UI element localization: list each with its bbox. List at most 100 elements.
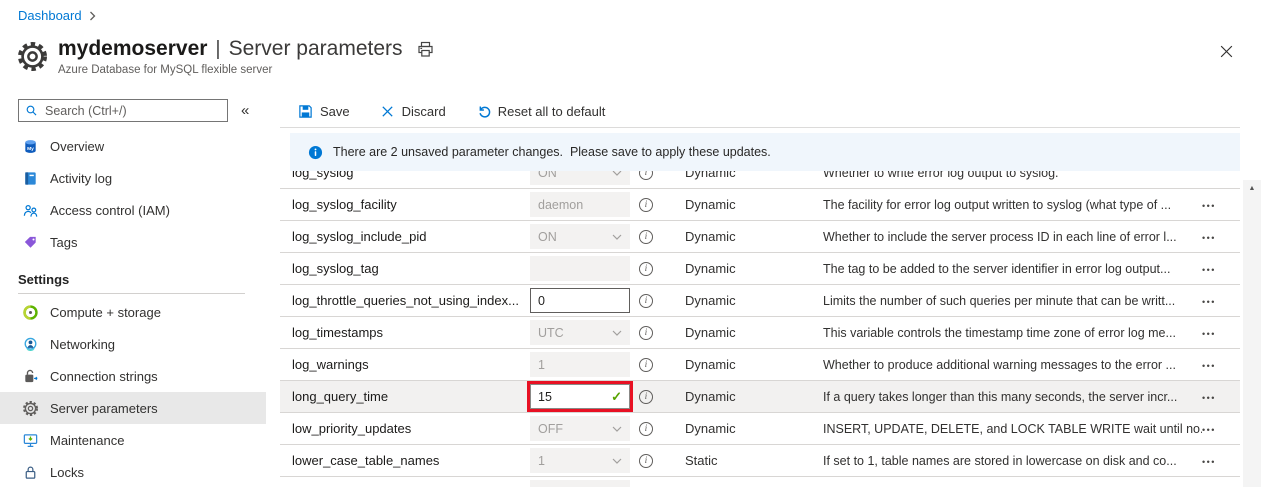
info-icon[interactable]: i bbox=[639, 358, 653, 372]
reset-all-button[interactable]: Reset all to default bbox=[476, 104, 606, 119]
table-row: lower_case_table_names1i StaticIf set to … bbox=[280, 445, 1240, 477]
print-icon[interactable] bbox=[417, 41, 434, 58]
param-value: 15 bbox=[538, 390, 552, 404]
activity-log-icon bbox=[22, 170, 39, 187]
param-name: log_warnings bbox=[280, 357, 530, 372]
vertical-scrollbar[interactable]: ▲ bbox=[1243, 180, 1261, 487]
scroll-up-button[interactable]: ▲ bbox=[1243, 180, 1261, 197]
param-name: log_syslog bbox=[280, 171, 530, 180]
info-icon[interactable]: i bbox=[639, 230, 653, 244]
sidebar-item-connection-strings[interactable]: Connection strings bbox=[0, 360, 266, 392]
param-description: Limits the number of such queries per mi… bbox=[823, 294, 1202, 308]
sidebar-nav: MyOverviewActivity logAccess control (IA… bbox=[0, 130, 266, 258]
chevron-down-icon bbox=[612, 426, 622, 432]
param-type: Dynamic bbox=[685, 389, 823, 404]
param-value-select[interactable]: ON bbox=[530, 224, 630, 249]
locks-icon bbox=[22, 464, 39, 481]
sidebar-item-activity-log[interactable]: Activity log bbox=[0, 162, 266, 194]
table-row: log_throttle_queries_not_using_index...0… bbox=[280, 285, 1240, 317]
param-value-input[interactable]: 0 bbox=[530, 288, 630, 313]
param-value-input[interactable]: 15✓ bbox=[530, 384, 630, 409]
param-value-input[interactable] bbox=[530, 256, 630, 281]
sidebar-settings-nav: Compute + storageNetworking Connection st… bbox=[0, 296, 266, 487]
sidebar-item-label: Connection strings bbox=[50, 369, 158, 384]
info-icon[interactable]: i bbox=[639, 171, 653, 180]
param-value: UTC bbox=[538, 326, 564, 340]
param-value-input[interactable]: daemon bbox=[530, 192, 630, 217]
ellipsis-menu-button[interactable]: ••• bbox=[1202, 425, 1216, 435]
compute-storage-icon bbox=[22, 304, 39, 321]
ellipsis-menu-button[interactable]: ••• bbox=[1202, 233, 1216, 243]
sidebar-item-server-parameters[interactable]: Server parameters bbox=[0, 392, 266, 424]
ellipsis-menu-button[interactable]: ••• bbox=[1202, 265, 1216, 275]
sidebar-item-overview[interactable]: MyOverview bbox=[0, 130, 266, 162]
breadcrumb-dashboard-link[interactable]: Dashboard bbox=[18, 8, 82, 23]
chevron-down-icon bbox=[612, 458, 622, 464]
param-value-select[interactable]: OFF bbox=[530, 416, 630, 441]
sidebar-item-access-control-iam[interactable]: Access control (IAM) bbox=[0, 194, 266, 226]
table-row: log_syslog_tagiDynamicThe tag to be adde… bbox=[280, 253, 1240, 285]
param-description: The tag to be added to the server identi… bbox=[823, 262, 1202, 276]
param-name: log_syslog_facility bbox=[280, 197, 530, 212]
param-value-input[interactable]: 1 bbox=[530, 352, 630, 377]
sidebar-item-locks[interactable]: Locks bbox=[0, 456, 266, 487]
info-icon[interactable]: i bbox=[639, 326, 653, 340]
ellipsis-menu-button[interactable]: ••• bbox=[1202, 457, 1216, 467]
chevron-down-icon bbox=[612, 234, 622, 240]
param-value: OFF bbox=[538, 422, 563, 436]
param-value-select[interactable]: UTC bbox=[530, 320, 630, 345]
close-icon[interactable] bbox=[1219, 44, 1234, 59]
save-label: Save bbox=[320, 104, 350, 119]
param-type: Dynamic bbox=[685, 293, 823, 308]
param-type: Static bbox=[685, 453, 823, 468]
discard-button[interactable]: Discard bbox=[380, 104, 446, 119]
sidebar-item-label: Server parameters bbox=[50, 401, 158, 416]
sidebar-item-maintenance[interactable]: Maintenance bbox=[0, 424, 266, 456]
sidebar-collapse-button[interactable]: « bbox=[241, 102, 249, 119]
param-type: Dynamic bbox=[685, 261, 823, 276]
table-row: log_timestampsUTCiDynamicThis variable c… bbox=[280, 317, 1240, 349]
ellipsis-menu-button[interactable]: ••• bbox=[1202, 329, 1216, 339]
sidebar-item-networking[interactable]: Networking bbox=[0, 328, 266, 360]
sidebar-item-compute-storage[interactable]: Compute + storage bbox=[0, 296, 266, 328]
param-name: long_query_time bbox=[280, 389, 530, 404]
param-type: Dynamic bbox=[685, 171, 823, 180]
param-name: lower_case_table_names bbox=[280, 453, 530, 468]
ellipsis-menu-button[interactable]: ••• bbox=[1202, 297, 1216, 307]
info-icon[interactable]: i bbox=[639, 422, 653, 436]
sidebar-item-tags[interactable]: Tags bbox=[0, 226, 266, 258]
ellipsis-menu-button[interactable]: ••• bbox=[1202, 201, 1216, 211]
sidebar-item-label: Overview bbox=[50, 139, 104, 154]
info-icon[interactable]: i bbox=[639, 390, 653, 404]
table-row: low_priority_updatesOFFiDynamicINSERT, U… bbox=[280, 413, 1240, 445]
info-icon[interactable]: i bbox=[639, 262, 653, 276]
ellipsis-menu-button[interactable]: ••• bbox=[1202, 393, 1216, 403]
parameters-table: log_syslogONiDynamicWhether to write err… bbox=[280, 171, 1240, 487]
param-description: Whether to include the server process ID… bbox=[823, 230, 1202, 244]
save-button[interactable]: Save bbox=[298, 104, 350, 119]
chevron-down-icon bbox=[612, 330, 622, 336]
param-description: If set to 1, table names are stored in l… bbox=[823, 454, 1202, 468]
breadcrumb-chevron-icon bbox=[89, 10, 96, 21]
info-icon[interactable]: i bbox=[639, 294, 653, 308]
param-value-select[interactable]: 1 bbox=[530, 448, 630, 473]
param-value: daemon bbox=[538, 198, 583, 212]
chevron-down-icon bbox=[612, 171, 622, 176]
param-type: Dynamic bbox=[685, 357, 823, 372]
search-input[interactable] bbox=[43, 103, 221, 119]
param-value-input[interactable] bbox=[530, 480, 630, 487]
param-description: Whether to produce additional warning me… bbox=[823, 358, 1202, 372]
save-icon bbox=[298, 104, 313, 119]
ellipsis-menu-button[interactable]: ••• bbox=[1202, 361, 1216, 371]
table-row: log_syslog_include_pidONiDynamicWhether … bbox=[280, 221, 1240, 253]
sidebar-item-label: Tags bbox=[50, 235, 77, 250]
breadcrumb: Dashboard bbox=[18, 8, 96, 23]
info-icon[interactable]: i bbox=[639, 198, 653, 212]
param-type: Dynamic bbox=[685, 229, 823, 244]
table-row: log_syslog_facilitydaemoniDynamicThe fac… bbox=[280, 189, 1240, 221]
param-description: INSERT, UPDATE, DELETE, and LOCK TABLE W… bbox=[823, 422, 1202, 436]
info-icon[interactable]: i bbox=[639, 454, 653, 468]
sidebar-search bbox=[18, 99, 228, 122]
param-value-select[interactable]: ON bbox=[530, 171, 630, 185]
tags-icon bbox=[22, 234, 39, 251]
